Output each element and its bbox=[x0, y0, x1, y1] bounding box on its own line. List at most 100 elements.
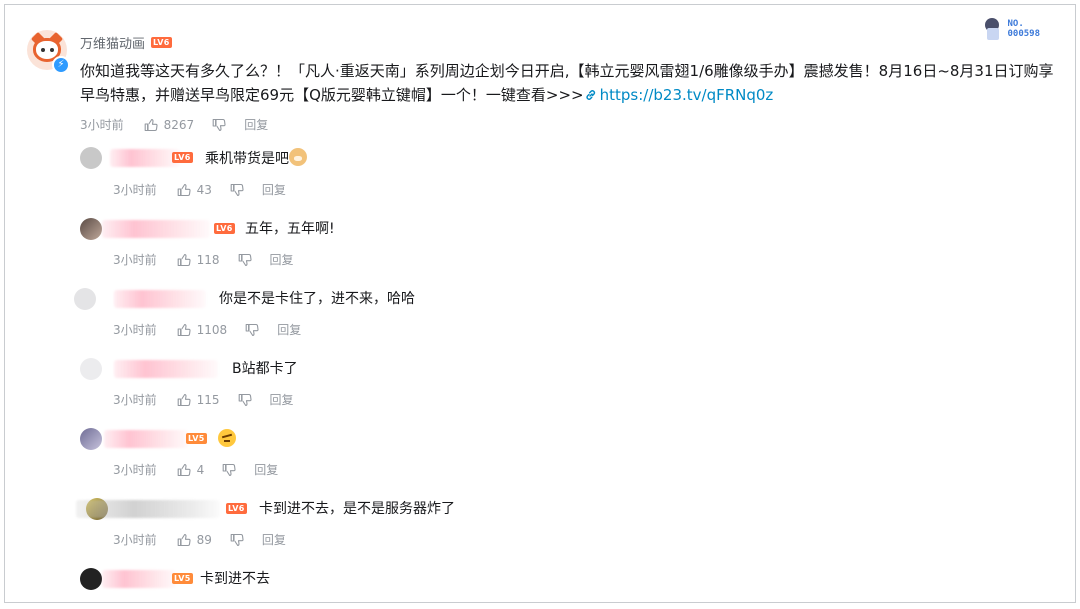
reply-item: LV6 五年，五年啊! bbox=[80, 218, 680, 246]
reply-text bbox=[218, 429, 236, 450]
level-badge: LV5 bbox=[172, 573, 193, 584]
user-name-blurred[interactable] bbox=[110, 149, 180, 167]
like-button[interactable]: 43 bbox=[177, 183, 212, 197]
thumb-down-icon bbox=[245, 323, 259, 336]
like-button[interactable]: 4 bbox=[177, 462, 205, 477]
comment-text: 你知道我等这天有多久了么？！「凡人·重返天南」系列周边企划今日开启,【韩立元婴风… bbox=[80, 62, 1054, 104]
like-count: 89 bbox=[196, 532, 212, 547]
comment-meta: 3小时前 8267 回复 bbox=[80, 116, 268, 133]
reply-button[interactable]: 回复 bbox=[262, 531, 286, 548]
reply-time: 3小时前 bbox=[113, 533, 157, 547]
like-button[interactable]: 115 bbox=[177, 393, 220, 407]
link-icon bbox=[586, 90, 595, 100]
like-button[interactable]: 89 bbox=[177, 533, 212, 547]
like-count: 4 bbox=[196, 462, 205, 477]
reply-time: 3小时前 bbox=[113, 253, 157, 267]
thumb-down-icon bbox=[230, 183, 244, 196]
reply-text: 卡到进不去 bbox=[200, 571, 270, 587]
thumb-up-icon bbox=[177, 463, 191, 476]
thumb-up-icon bbox=[177, 253, 191, 266]
reply-meta: 3小时前 118 回复 bbox=[113, 251, 294, 268]
reply-meta: 3小时前 1108 回复 bbox=[113, 321, 301, 338]
thumb-down-icon bbox=[238, 253, 252, 266]
dislike-button[interactable] bbox=[222, 463, 236, 477]
user-name-blurred[interactable] bbox=[114, 290, 206, 308]
reply-button[interactable]: 回复 bbox=[262, 181, 286, 198]
dislike-button[interactable] bbox=[230, 183, 244, 197]
user-name-blurred[interactable] bbox=[114, 360, 218, 378]
thumb-down-icon bbox=[230, 533, 244, 546]
level-badge: LV6 bbox=[172, 152, 193, 163]
reply-button[interactable]: 回复 bbox=[277, 321, 301, 338]
reply-meta: 3小时前 4 回复 bbox=[113, 461, 278, 478]
reply-text: 你是不是卡住了，进不来，哈哈 bbox=[219, 291, 415, 307]
reply-time: 3小时前 bbox=[113, 463, 157, 477]
user-name-blurred[interactable] bbox=[102, 570, 176, 588]
thumb-up-icon bbox=[177, 183, 191, 196]
reply-item: LV6 卡到进不去，是不是服务器炸了 bbox=[76, 498, 676, 526]
avatar[interactable] bbox=[74, 288, 96, 310]
like-count: 115 bbox=[196, 392, 220, 407]
dislike-button[interactable] bbox=[212, 118, 226, 132]
reply-meta: 3小时前 43 回复 bbox=[113, 181, 286, 198]
level-badge: LV6 bbox=[214, 223, 235, 234]
reply-item: LV6 乘机带货是吧 bbox=[80, 147, 680, 175]
like-count: 118 bbox=[196, 252, 220, 267]
thumb-up-icon bbox=[144, 118, 158, 131]
author-name[interactable]: 万维猫动画 bbox=[80, 33, 145, 52]
reply-time: 3小时前 bbox=[113, 183, 157, 197]
reply-button[interactable]: 回复 bbox=[270, 391, 294, 408]
avatar[interactable] bbox=[80, 358, 102, 380]
medal-label: NO. bbox=[1007, 19, 1024, 29]
user-name-blurred[interactable] bbox=[102, 220, 210, 238]
dislike-button[interactable] bbox=[245, 323, 259, 337]
comment-time: 3小时前 bbox=[80, 118, 124, 132]
dislike-button[interactable] bbox=[230, 533, 244, 547]
comment-link[interactable]: https://b23.tv/qFRNq0z bbox=[584, 86, 774, 104]
thumb-down-icon bbox=[222, 463, 236, 476]
reply-text: 卡到进不去，是不是服务器炸了 bbox=[259, 501, 455, 517]
reply-text: 五年，五年啊! bbox=[245, 221, 335, 237]
thumb-up-icon bbox=[177, 393, 191, 406]
avatar[interactable] bbox=[80, 428, 102, 450]
thumb-down-icon bbox=[212, 118, 226, 131]
medal-number: 000598 bbox=[1007, 29, 1040, 39]
medal-avatar-icon bbox=[981, 16, 1005, 42]
level-badge: LV6 bbox=[151, 37, 172, 48]
reply-item: B站都卡了 bbox=[80, 358, 680, 386]
fan-medal[interactable]: NO. 000598 bbox=[981, 16, 1040, 42]
dislike-button[interactable] bbox=[238, 253, 252, 267]
author-name-row: 万维猫动画 LV6 bbox=[80, 33, 172, 52]
level-badge: LV5 bbox=[186, 433, 207, 444]
reply-button[interactable]: 回复 bbox=[244, 116, 268, 133]
level-badge: LV6 bbox=[226, 503, 247, 514]
angry-emoji-icon bbox=[218, 429, 236, 447]
divider bbox=[4, 602, 1076, 603]
like-button[interactable]: 1108 bbox=[177, 322, 228, 337]
like-count: 8267 bbox=[163, 117, 195, 132]
verified-icon: ⚡ bbox=[52, 56, 70, 74]
like-button[interactable]: 8267 bbox=[144, 117, 195, 132]
link-text[interactable]: https://b23.tv/qFRNq0z bbox=[600, 86, 774, 104]
doge-emoji-icon bbox=[289, 148, 307, 166]
user-name-blurred[interactable] bbox=[104, 430, 188, 448]
like-count: 43 bbox=[196, 182, 212, 197]
reply-time: 3小时前 bbox=[113, 323, 157, 337]
thumb-up-icon bbox=[177, 533, 191, 546]
thumb-down-icon bbox=[238, 393, 252, 406]
reply-button[interactable]: 回复 bbox=[270, 251, 294, 268]
avatar[interactable] bbox=[80, 147, 102, 169]
like-button[interactable]: 118 bbox=[177, 253, 220, 267]
avatar[interactable] bbox=[80, 568, 102, 590]
reply-meta: 3小时前 89 回复 bbox=[113, 531, 286, 548]
reply-time: 3小时前 bbox=[113, 393, 157, 407]
comment-content: 你知道我等这天有多久了么？！「凡人·重返天南」系列周边企划今日开启,【韩立元婴风… bbox=[80, 59, 1055, 107]
reply-button[interactable]: 回复 bbox=[254, 461, 278, 478]
avatar[interactable] bbox=[80, 218, 102, 240]
thumb-up-icon bbox=[177, 323, 191, 336]
reply-text: 乘机带货是吧 bbox=[205, 148, 307, 169]
like-count: 1108 bbox=[196, 322, 228, 337]
reply-item: LV5 卡到进不去 bbox=[80, 568, 680, 596]
dislike-button[interactable] bbox=[238, 393, 252, 407]
user-name-blurred[interactable] bbox=[76, 500, 220, 518]
